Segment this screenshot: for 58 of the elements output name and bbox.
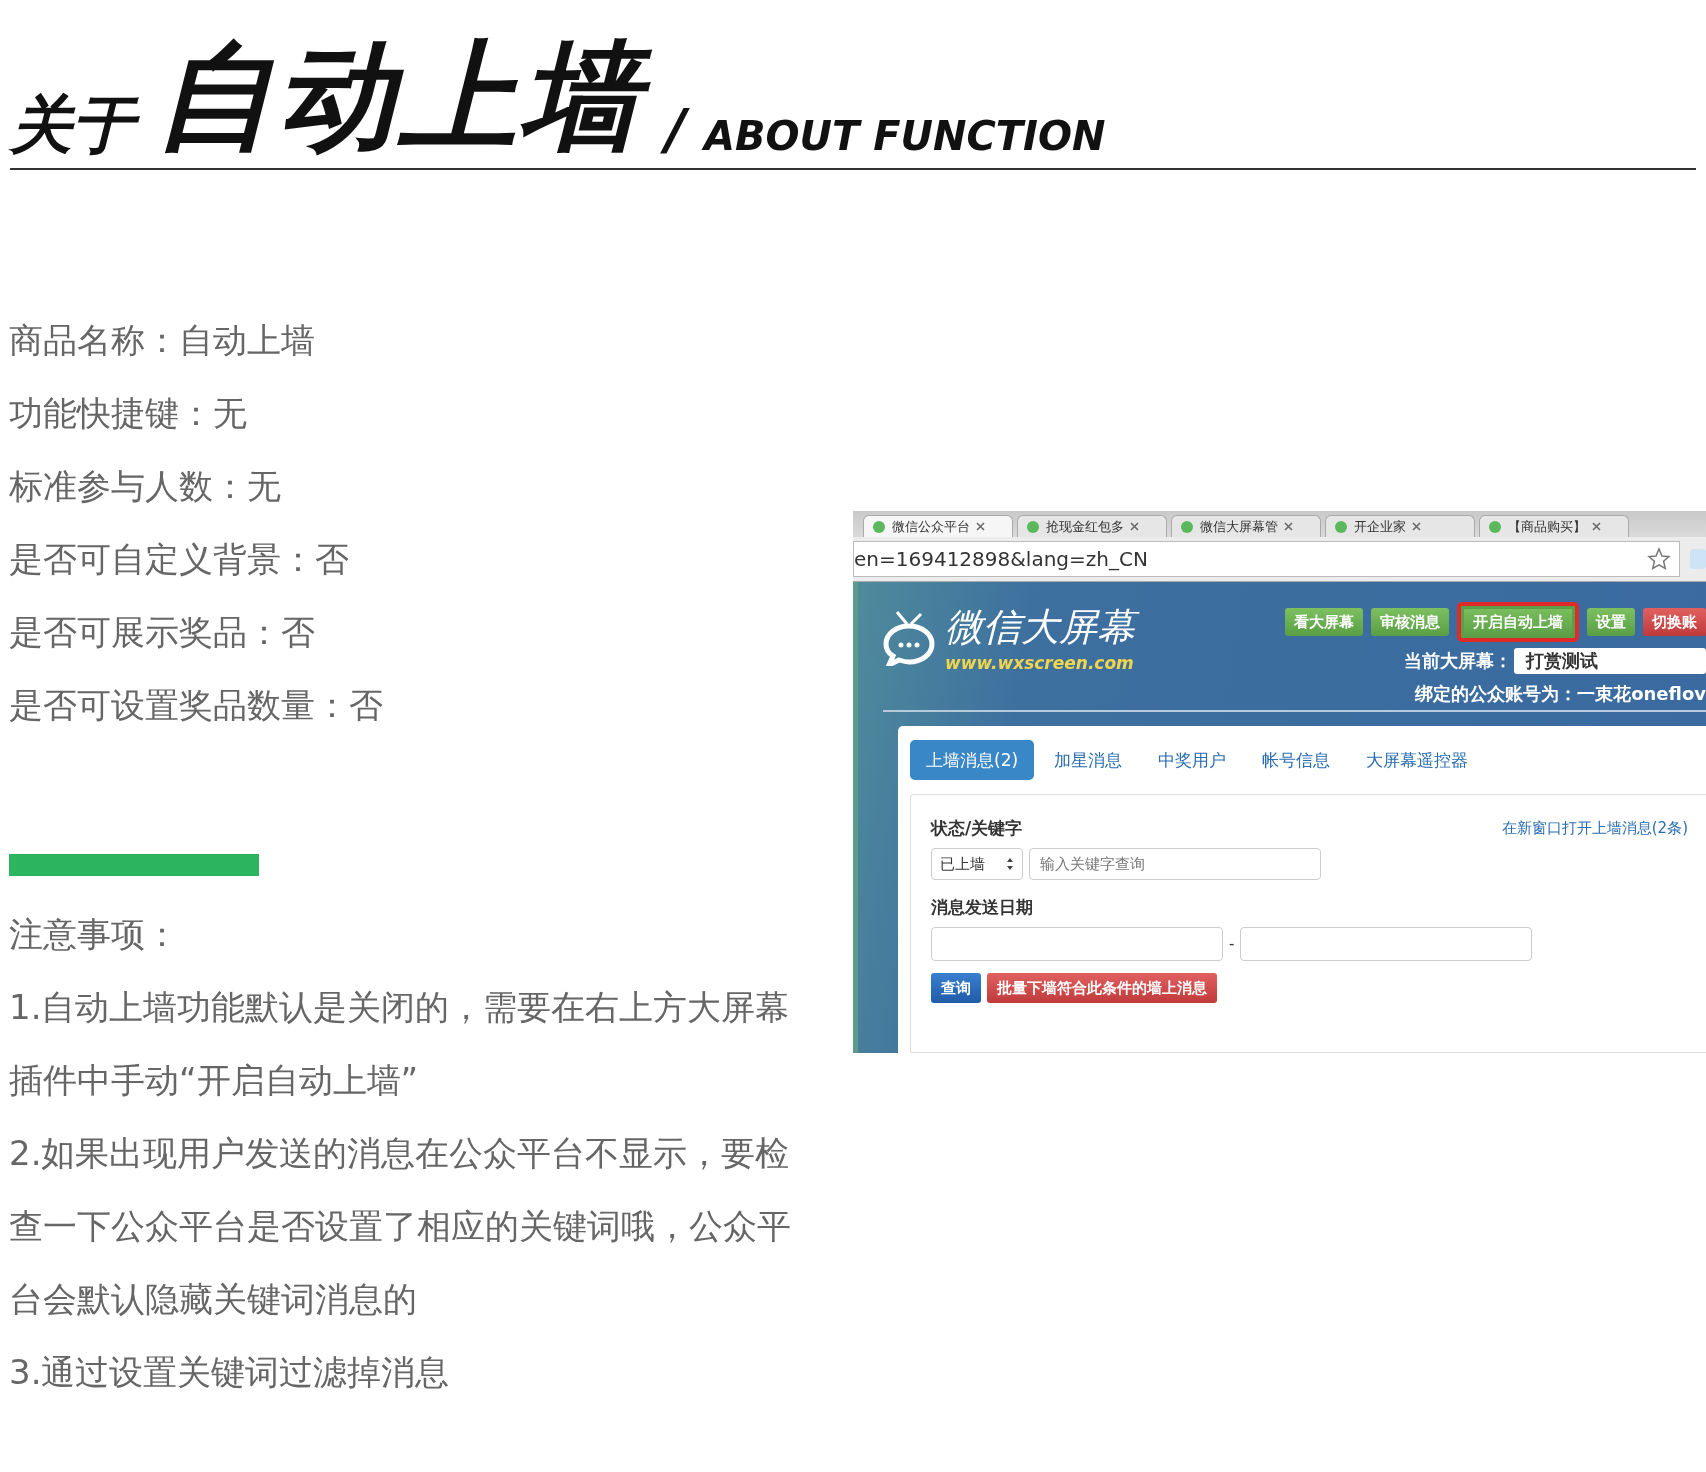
- tab-favicon-icon: [1026, 519, 1040, 534]
- toolbar-button[interactable]: 切换账: [1643, 608, 1706, 636]
- spec-line: 功能快捷键：无: [9, 392, 248, 435]
- tab-title: 微信大屏幕管: [1200, 517, 1278, 536]
- nav-tab[interactable]: 帐号信息: [1246, 740, 1347, 780]
- page-title: 自动上墙: [155, 26, 658, 168]
- nav-tab[interactable]: 加星消息: [1038, 740, 1139, 780]
- end-date-field[interactable]: [1240, 927, 1533, 961]
- spec-line: 标准参与人数：无: [9, 465, 282, 508]
- chat-bubble-icon: [883, 610, 935, 666]
- browser-tab[interactable]: 【商品购买】: [1479, 515, 1629, 537]
- filter-label: 状态/关键字: [931, 817, 1023, 840]
- close-icon[interactable]: [1592, 522, 1601, 531]
- note-paragraph: 1.自动上墙功能默认是关闭的，需要在右上方大屏幕插件中手动“开启自动上墙”: [9, 986, 791, 1102]
- open-window-link[interactable]: 在新窗口打开上墙消息(2条): [1501, 819, 1688, 838]
- note-paragraph: 3.通过设置关键词过滤掉消息: [9, 1351, 451, 1394]
- address-field[interactable]: en=169412898&lang=zh_CN: [853, 541, 1680, 577]
- updown-caret-icon: [1006, 857, 1014, 871]
- browser-tab[interactable]: 抢现金红包多: [1017, 515, 1167, 537]
- spec-line: 商品名称：自动上墙: [9, 319, 316, 362]
- close-icon[interactable]: [1412, 522, 1421, 531]
- current-screen-label: 当前大屏幕：: [1404, 649, 1512, 673]
- tab-title: 抢现金红包多: [1046, 517, 1124, 536]
- spec-line: 是否可展示奖品：否: [9, 611, 316, 654]
- tab-title: 开企业家: [1354, 517, 1406, 536]
- close-icon[interactable]: [976, 522, 985, 531]
- browser-tab[interactable]: 微信公众平台: [863, 515, 1013, 537]
- current-screen-field[interactable]: 打赏测试: [1514, 648, 1706, 674]
- browser-tab[interactable]: 开企业家: [1325, 515, 1475, 537]
- date-label: 消息发送日期: [931, 896, 1034, 919]
- action-button[interactable]: 查询: [931, 973, 981, 1003]
- close-icon[interactable]: [1130, 522, 1139, 531]
- close-icon[interactable]: [1284, 522, 1293, 531]
- action-button[interactable]: 批量下墙符合此条件的墙上消息: [987, 973, 1217, 1003]
- tab-title: 微信公众平台: [892, 517, 970, 536]
- title-prefix: 关于: [10, 87, 142, 162]
- spec-line: 是否可自定义背景：否: [9, 538, 350, 581]
- status-select[interactable]: 已上墙: [931, 848, 1023, 880]
- start-date-field[interactable]: [931, 927, 1223, 961]
- nav-tab[interactable]: 上墙消息(2): [910, 740, 1035, 780]
- bound-account-text: 绑定的公众账号为：一束花oneflov: [1415, 682, 1706, 706]
- tab-favicon-icon: [1488, 519, 1502, 534]
- tab-title: 【商品购买】: [1508, 517, 1586, 536]
- logo-url: www.wxscreen.com: [945, 652, 1135, 673]
- spec-line: 是否可设置奖品数量：否: [9, 684, 384, 727]
- keyword-field[interactable]: 输入关键字查询: [1029, 848, 1321, 880]
- logo-text: 微信大屏幕: [945, 603, 1143, 653]
- tab-favicon-icon: [872, 519, 886, 534]
- nav-tab[interactable]: 大屏幕遥控器: [1350, 740, 1485, 780]
- date-separator: -: [1229, 935, 1235, 953]
- browser-tab[interactable]: 微信大屏幕管: [1171, 515, 1321, 537]
- tab-favicon-icon: [1180, 519, 1194, 534]
- note-paragraph: 2.如果出现用户发送的消息在公众平台不显示，要检查一下公众平台是否设置了相应的关键词哦，公众平台会默认隐藏关键词消息的: [9, 1132, 792, 1321]
- nav-tab[interactable]: 中奖用户: [1142, 740, 1243, 780]
- tab-favicon-icon: [1334, 519, 1348, 534]
- notes-title: 注意事项：: [9, 913, 180, 956]
- title-separator: /: [657, 94, 701, 162]
- star-icon[interactable]: [1647, 547, 1671, 571]
